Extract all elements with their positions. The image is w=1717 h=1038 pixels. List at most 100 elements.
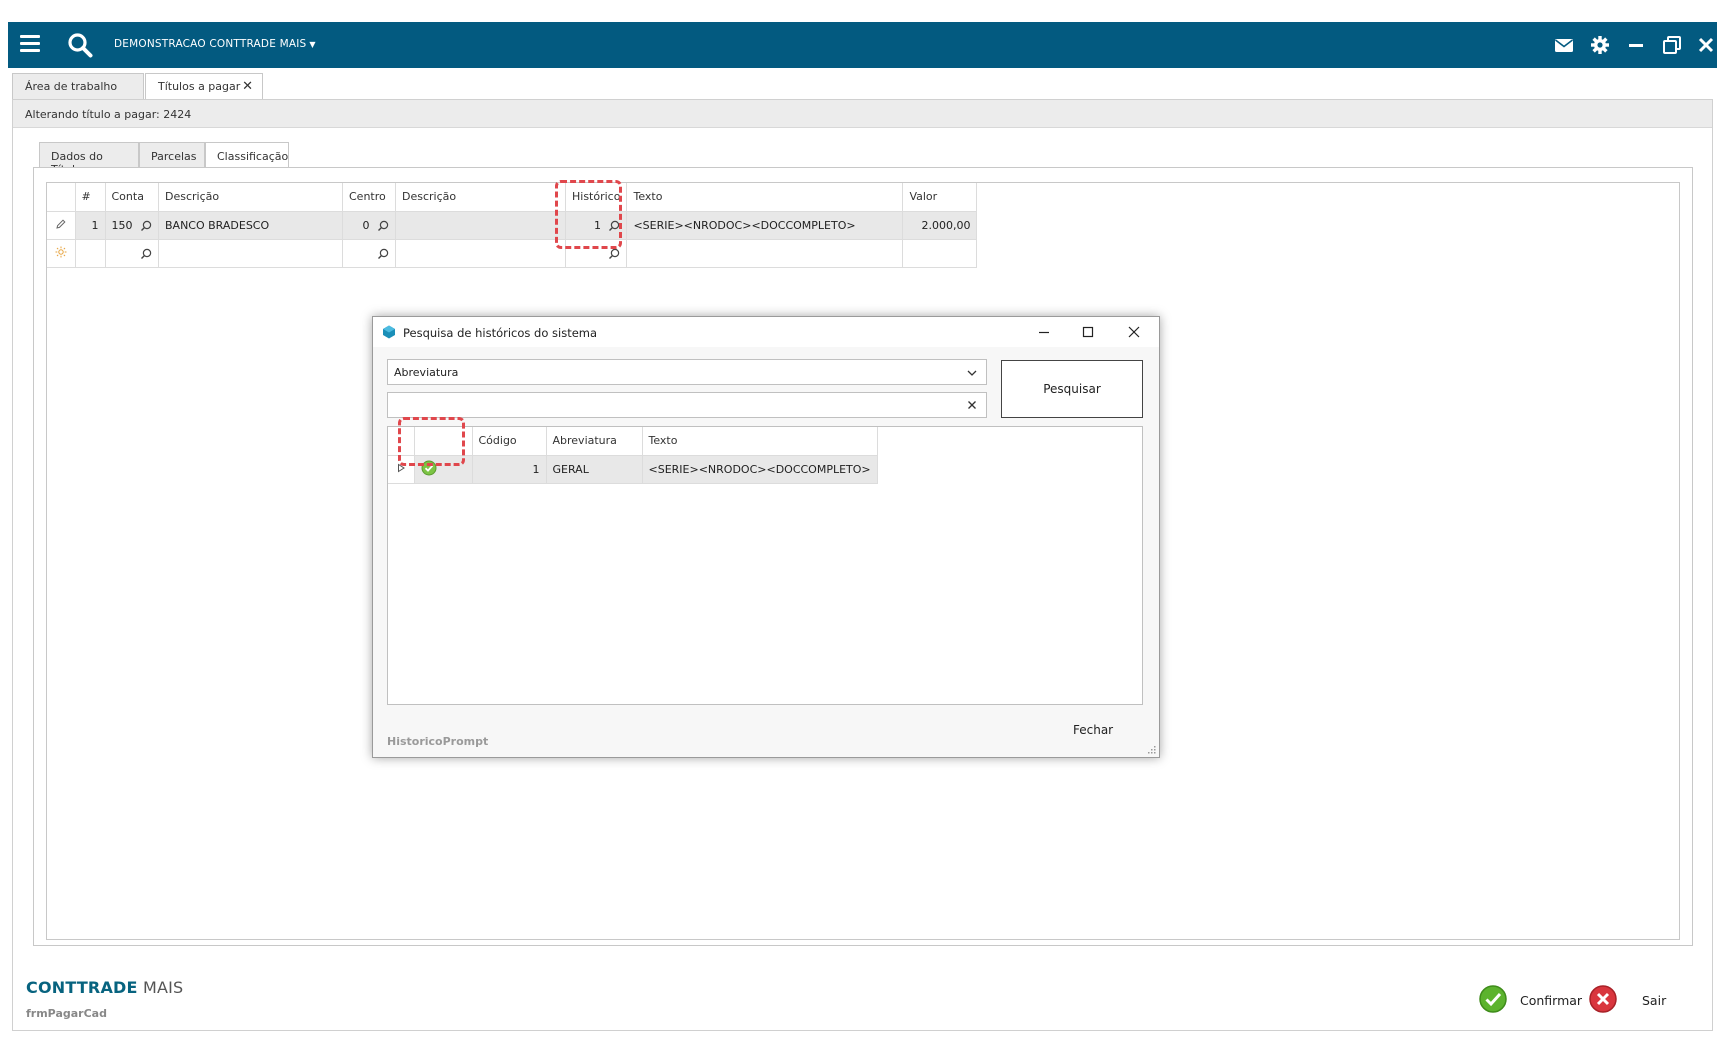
table-header: # Conta Descrição Centro Descrição Histó…	[47, 183, 978, 212]
column-header[interactable]: Texto	[626, 183, 904, 212]
row-indicator-header	[388, 427, 415, 456]
dialog-form-name: HistoricoPrompt	[387, 735, 489, 748]
row-current-indicator	[388, 455, 415, 484]
gear-icon[interactable]	[1589, 34, 1611, 56]
centro-value: 0	[362, 218, 370, 232]
table-header: Código Abreviatura Texto	[388, 427, 878, 456]
brand-part2: MAIS	[137, 978, 184, 997]
cell-codigo[interactable]: 1	[472, 455, 547, 484]
conta-value: 150	[111, 218, 133, 232]
column-header[interactable]: Código	[472, 427, 547, 456]
search-field-select[interactable]: Abreviatura	[387, 359, 987, 385]
tab-dados-do-titulo[interactable]: Dados do Título	[39, 142, 139, 176]
column-header[interactable]: Descrição	[158, 183, 343, 212]
tab-classificacao[interactable]: Classificação	[205, 142, 289, 170]
minimize-icon[interactable]	[1625, 34, 1647, 56]
fechar-button[interactable]: Fechar	[1073, 723, 1113, 737]
cell-historico-new[interactable]	[565, 239, 628, 268]
column-header[interactable]: Histórico	[565, 183, 628, 212]
cell-descricao-centro-new[interactable]	[395, 239, 566, 268]
cell-texto[interactable]: <SERIE><NRODOC><DOCCOMPLETO>	[626, 211, 904, 240]
cell-abreviatura[interactable]: GERAL	[546, 455, 643, 484]
historico-search-dialog: Pesquisa de históricos do sistema Abrevi…	[372, 316, 1160, 758]
table-row[interactable]: 1 GERAL <SERIE><NRODOC><DOCCOMPLETO>	[388, 455, 878, 484]
clear-icon[interactable]	[966, 399, 978, 411]
cell-conta[interactable]: 150	[105, 211, 159, 240]
tab-titulos-a-pagar[interactable]: Títulos a pagar ✕	[145, 73, 263, 100]
select-value: Abreviatura	[394, 366, 459, 379]
tab-parcelas[interactable]: Parcelas	[139, 142, 205, 169]
column-header[interactable]: #	[75, 183, 106, 212]
caret-down-icon: ▼	[309, 40, 316, 49]
lookup-icon[interactable]	[377, 248, 389, 260]
column-header[interactable]: Texto	[642, 427, 878, 456]
results-table: Código Abreviatura Texto 1 GERAL <SERIE>…	[388, 427, 878, 484]
lookup-icon[interactable]	[608, 248, 620, 260]
cell-status[interactable]	[414, 455, 473, 484]
check-circle-icon	[421, 460, 436, 475]
classification-table: # Conta Descrição Centro Descrição Histó…	[47, 183, 978, 268]
column-header[interactable]: Valor	[902, 183, 978, 212]
cell-valor[interactable]: 2.000,00	[902, 211, 978, 240]
column-header[interactable]: Centro	[342, 183, 396, 212]
lookup-icon[interactable]	[608, 220, 620, 232]
table-row-new[interactable]	[47, 239, 978, 268]
tab-label: Títulos a pagar	[158, 80, 241, 93]
dialog-maximize-icon[interactable]	[1079, 323, 1097, 341]
column-header[interactable]: Conta	[105, 183, 159, 212]
company-selector[interactable]: DEMONSTRACAO CONTTRADE MAIS ▼	[114, 38, 316, 50]
row-edit-indicator	[47, 211, 76, 240]
tab-area-de-trabalho[interactable]: Área de trabalho	[12, 73, 144, 99]
cell-texto[interactable]: <SERIE><NRODOC><DOCCOMPLETO>	[642, 455, 878, 484]
tab-label: Parcelas	[151, 150, 197, 163]
pesquisar-button[interactable]: Pesquisar	[1001, 360, 1143, 418]
resize-grip-icon[interactable]	[1147, 745, 1156, 754]
dialog-title: Pesquisa de históricos do sistema	[403, 326, 598, 340]
cell-descricao[interactable]: BANCO BRADESCO	[158, 211, 343, 240]
search-icon[interactable]	[66, 31, 94, 59]
mail-icon[interactable]	[1553, 34, 1575, 56]
app-logo-icon	[383, 325, 395, 339]
column-header[interactable]: Abreviatura	[546, 427, 643, 456]
tab-label: Classificação	[217, 150, 289, 163]
status-header	[414, 427, 473, 456]
row-indicator-header	[47, 183, 76, 212]
check-circle-icon	[1479, 985, 1507, 1013]
new-row-indicator	[47, 239, 76, 268]
cell-centro[interactable]: 0	[342, 211, 396, 240]
search-input[interactable]	[387, 392, 987, 418]
cell-num-new[interactable]	[75, 239, 106, 268]
pencil-icon	[56, 218, 66, 229]
dialog-minimize-icon[interactable]	[1035, 323, 1053, 341]
brand-logo: CONTTRADE MAIS	[26, 978, 183, 997]
frame-header: Alterando título a pagar: 2424	[13, 100, 1712, 128]
sun-icon	[55, 246, 67, 257]
chevron-down-icon	[967, 370, 977, 376]
cell-texto-new[interactable]	[626, 239, 904, 268]
cell-valor-new[interactable]	[902, 239, 978, 268]
lookup-icon[interactable]	[377, 220, 389, 232]
triangle-right-icon	[397, 463, 405, 472]
cell-num[interactable]: 1	[75, 211, 106, 240]
table-row[interactable]: 1 150 BANCO BRADESCO 0 1 <SERIE><NRODOC>…	[47, 211, 978, 240]
historico-results-grid: Código Abreviatura Texto 1 GERAL <SERIE>…	[387, 426, 1143, 705]
dialog-titlebar[interactable]: Pesquisa de históricos do sistema	[373, 317, 1159, 347]
dialog-close-icon[interactable]	[1125, 323, 1143, 341]
cell-conta-new[interactable]	[105, 239, 159, 268]
cell-historico[interactable]: 1	[565, 211, 628, 240]
restore-icon[interactable]	[1661, 34, 1683, 56]
company-name: DEMONSTRACAO CONTTRADE MAIS	[114, 38, 307, 50]
brand-part1: CONTTRADE	[26, 978, 138, 997]
lookup-icon[interactable]	[140, 220, 152, 232]
menu-icon[interactable]	[20, 35, 40, 55]
tab-label: Área de trabalho	[25, 80, 118, 93]
cell-centro-new[interactable]	[342, 239, 396, 268]
app-window: DEMONSTRACAO CONTTRADE MAIS ▼ Área de tr…	[8, 22, 1717, 1038]
close-icon[interactable]	[1695, 34, 1717, 56]
tab-close-icon[interactable]: ✕	[242, 79, 253, 94]
column-header[interactable]: Descrição	[395, 183, 566, 212]
lookup-icon[interactable]	[140, 248, 152, 260]
cell-descricao-new[interactable]	[158, 239, 343, 268]
cell-descricao-centro[interactable]	[395, 211, 566, 240]
cancel-circle-icon	[1589, 985, 1617, 1013]
